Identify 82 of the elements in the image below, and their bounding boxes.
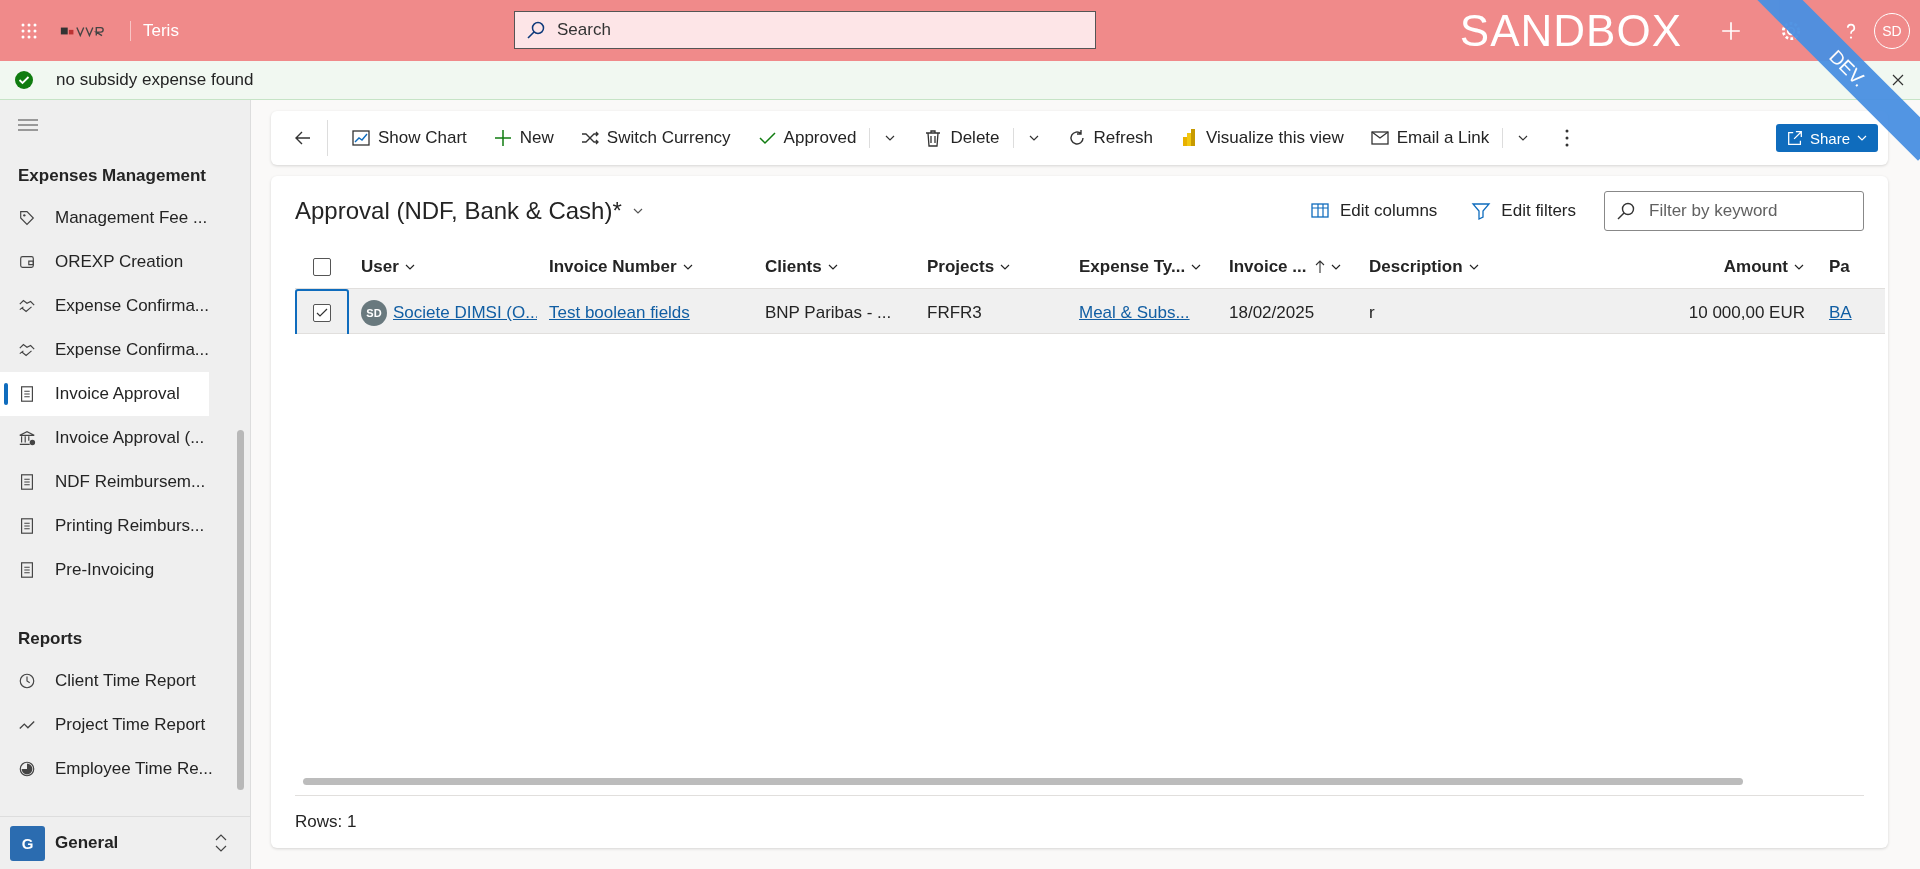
toolbar-button[interactable]: Refresh	[1053, 122, 1167, 154]
scrollbar[interactable]	[237, 430, 244, 790]
view-title[interactable]: Approval (NDF, Bank & Cash)*	[295, 197, 622, 225]
column-header[interactable]: Description	[1369, 257, 1480, 277]
menu-icon[interactable]	[18, 118, 38, 132]
search-icon	[1616, 201, 1636, 221]
expand-collapse-icon[interactable]	[214, 833, 228, 853]
user-avatar: SD	[361, 300, 387, 326]
wallet-icon	[18, 253, 36, 271]
filter-field[interactable]: Filter by keyword	[1604, 191, 1864, 231]
table-cell: BNP Paribas - ...	[765, 303, 892, 323]
toolbar-button[interactable]: Visualize this view	[1166, 122, 1357, 154]
columns-icon	[1310, 201, 1331, 221]
sidebar-item[interactable]: Client Time Report	[0, 659, 209, 703]
plus-icon[interactable]	[1720, 19, 1742, 42]
row-checkbox[interactable]	[313, 304, 331, 322]
sidebar-item[interactable]: NDF Reimbursem...	[0, 460, 209, 504]
tag-icon	[18, 209, 36, 227]
envelope-icon	[1369, 128, 1390, 148]
toolbar-button[interactable]: New	[479, 122, 567, 154]
toolbar-button[interactable]: Email a Link	[1356, 122, 1503, 154]
search-field[interactable]: Search	[514, 11, 1096, 49]
handshake-icon	[18, 341, 36, 359]
scrollbar[interactable]	[303, 778, 1743, 785]
sidebar-item[interactable]: Management Fee ...	[0, 196, 209, 240]
plus-icon	[492, 128, 513, 148]
column-header[interactable]: Invoice Number	[549, 257, 694, 277]
document-icon	[18, 473, 36, 491]
area-switcher[interactable]: General	[55, 833, 119, 853]
toolbar-button[interactable]: Approved	[743, 122, 870, 154]
handshake-icon	[18, 297, 36, 315]
table-link[interactable]: Meal & Subs...	[1079, 303, 1190, 323]
table-link[interactable]: BA	[1829, 303, 1852, 323]
chart-icon	[351, 128, 371, 148]
row-count: Rows: 1	[295, 812, 357, 832]
sidebar-item[interactable]: Expense Confirma...	[0, 284, 209, 328]
view-action-button[interactable]: Edit filters	[1465, 200, 1582, 222]
sidebar-group-title: Expenses Management	[18, 166, 207, 186]
environment-label: SANDBOX	[1459, 5, 1682, 56]
search-icon	[526, 20, 546, 40]
sidebar-item[interactable]: Invoice Approval (...	[0, 416, 209, 460]
column-header[interactable]: Amount	[1723, 257, 1805, 277]
sidebar-item[interactable]: Printing Reimburs...	[0, 504, 209, 548]
column-header[interactable]: Invoice ...	[1229, 257, 1343, 277]
close-icon[interactable]	[1892, 74, 1904, 86]
clock-icon	[18, 672, 36, 690]
more-icon[interactable]	[1565, 129, 1570, 147]
sidebar-item[interactable]: Project Time Report	[0, 703, 209, 747]
table-link[interactable]: Societe DIMSI (O...	[393, 303, 537, 323]
column-header[interactable]: Expense Ty...	[1079, 257, 1203, 277]
view-action-button[interactable]: Edit columns	[1304, 200, 1444, 222]
pie-chart-icon	[18, 760, 36, 778]
area-badge: G	[10, 825, 45, 861]
column-header[interactable]: Pa	[1829, 257, 1850, 277]
bank-icon	[18, 429, 36, 447]
sidebar-item[interactable]: Expense Confirma...	[0, 328, 209, 372]
share-button[interactable]: Share	[1775, 124, 1878, 152]
table-row[interactable]: SD Societe DIMSI (O... Test boolean fields BNP Paribas - ... FRFR3 Meal & Subs... 18/02/2025 r 10 000,00 EUR BA	[295, 289, 1885, 334]
column-header[interactable]: User	[361, 257, 416, 277]
toolbar-button[interactable]: Show Chart	[338, 122, 480, 154]
toolbar-button[interactable]: Switch Currency	[566, 122, 744, 154]
notification-text: no subsidy expense found	[56, 70, 254, 90]
table-cell: FRFR3	[927, 303, 982, 323]
filter-icon	[1471, 201, 1492, 221]
column-header[interactable]: Clients	[765, 257, 839, 277]
table-link[interactable]: Test boolean fields	[549, 303, 690, 323]
column-header[interactable]: Projects	[927, 257, 1012, 277]
share-icon	[1785, 129, 1804, 147]
document-icon	[18, 385, 36, 403]
sidebar-item[interactable]: Pre-Invoicing	[0, 548, 209, 592]
sidebar-item[interactable]: Invoice Approval	[0, 372, 209, 416]
app-launcher-icon[interactable]	[20, 21, 38, 40]
document-icon	[18, 561, 36, 579]
sidebar-item[interactable]: OREXP Creation	[0, 240, 209, 284]
table-cell: 10 000,00 EUR	[1688, 303, 1805, 323]
table-cell: r	[1369, 303, 1375, 323]
select-all-checkbox[interactable]	[313, 258, 331, 276]
document-icon	[18, 517, 36, 535]
toolbar-button[interactable]: Delete	[910, 122, 1013, 154]
table-cell: 18/02/2025	[1229, 303, 1315, 323]
sidebar-group-title: Reports	[18, 629, 84, 649]
success-icon	[14, 70, 34, 90]
